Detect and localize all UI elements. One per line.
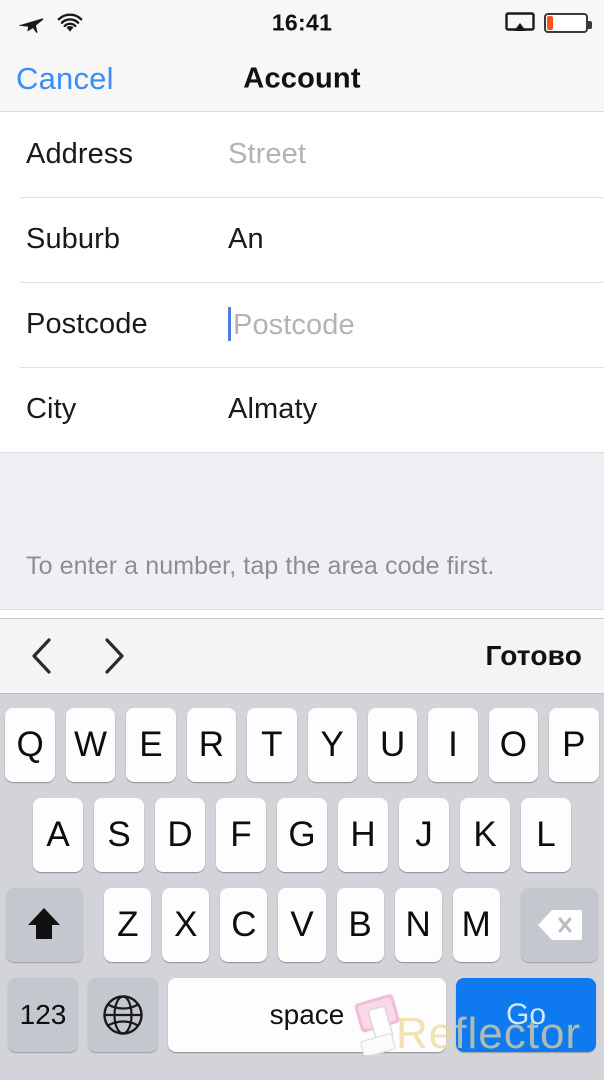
keyboard-row-1: Q W E R T Y U I O P xyxy=(0,708,604,782)
shift-icon xyxy=(25,905,63,945)
page-title: Account xyxy=(243,62,361,94)
status-bar: 16:41 xyxy=(0,0,604,46)
form-row-city[interactable]: City Almaty xyxy=(0,367,604,452)
key-m[interactable]: M xyxy=(452,888,500,962)
backspace-icon xyxy=(537,908,583,942)
numeric-key[interactable]: 123 xyxy=(8,978,78,1052)
key-q[interactable]: Q xyxy=(5,708,55,782)
airplane-mode-icon xyxy=(18,12,44,34)
key-a[interactable]: A xyxy=(33,798,83,872)
key-c[interactable]: C xyxy=(220,888,268,962)
status-bar-clock: 16:41 xyxy=(271,9,333,36)
field-label-city: City xyxy=(26,393,77,425)
section-gap xyxy=(0,452,604,552)
phone-screen: 16:41 Cancel Account Address Street Subu… xyxy=(0,0,604,1080)
keyboard-done-button[interactable]: Готово xyxy=(486,640,582,672)
key-p[interactable]: P xyxy=(549,708,599,782)
cancel-button[interactable]: Cancel xyxy=(16,61,114,97)
keyboard-accessory-toolbar: Готово xyxy=(0,618,604,694)
key-u[interactable]: U xyxy=(367,708,418,782)
key-s[interactable]: S xyxy=(94,798,144,872)
field-label-postcode: Postcode xyxy=(26,308,148,340)
key-k[interactable]: K xyxy=(460,798,510,872)
on-screen-keyboard: Готово Q W E R T Y U I O P A S D F G H J… xyxy=(0,618,604,1080)
form-row-postcode[interactable]: Postcode Postcode xyxy=(0,282,604,367)
key-g[interactable]: G xyxy=(277,798,327,872)
status-bar-left xyxy=(18,12,83,34)
key-l[interactable]: L xyxy=(521,798,571,872)
key-y[interactable]: Y xyxy=(307,708,357,782)
field-input-address[interactable]: Street xyxy=(228,138,306,171)
form-row-suburb[interactable]: Suburb An xyxy=(0,197,604,282)
key-b[interactable]: B xyxy=(336,888,384,962)
field-input-postcode[interactable]: Postcode xyxy=(228,307,355,342)
status-bar-right xyxy=(505,12,592,34)
form-hint-text: To enter a number, tap the area code fir… xyxy=(0,552,604,610)
key-e[interactable]: E xyxy=(126,708,176,782)
key-j[interactable]: J xyxy=(399,798,449,872)
field-label-suburb: Suburb xyxy=(26,223,121,255)
field-input-suburb[interactable]: An xyxy=(228,223,264,256)
globe-key[interactable] xyxy=(88,978,158,1052)
field-navigation-arrows xyxy=(30,637,126,675)
key-z[interactable]: Z xyxy=(104,888,152,962)
key-d[interactable]: D xyxy=(155,798,205,872)
backspace-key[interactable] xyxy=(521,888,599,962)
keyboard-keys: Q W E R T Y U I O P A S D F G H J K L Z … xyxy=(0,694,604,1080)
field-placeholder-postcode: Postcode xyxy=(233,309,355,341)
key-v[interactable]: V xyxy=(278,888,326,962)
shift-key[interactable] xyxy=(5,888,83,962)
chevron-left-icon[interactable] xyxy=(30,637,54,675)
keyboard-row-2: A S D F G H J K L xyxy=(0,798,604,872)
key-r[interactable]: R xyxy=(186,708,237,782)
key-n[interactable]: N xyxy=(394,888,442,962)
field-input-city[interactable]: Almaty xyxy=(228,393,317,426)
key-h[interactable]: H xyxy=(338,798,388,872)
space-key[interactable]: space xyxy=(168,978,446,1052)
account-form: Address Street Suburb An Postcode Postco… xyxy=(0,112,604,648)
key-w[interactable]: W xyxy=(65,708,116,782)
navigation-bar: Cancel Account xyxy=(0,46,604,112)
keyboard-bottom-row: 123 space Go xyxy=(0,978,604,1068)
battery-low-icon xyxy=(544,13,592,33)
keyboard-row-3: Z X C V B N M xyxy=(0,888,604,962)
airplay-icon xyxy=(505,12,535,34)
return-key[interactable]: Go xyxy=(456,978,596,1052)
globe-icon xyxy=(102,994,144,1036)
key-o[interactable]: O xyxy=(488,708,539,782)
chevron-right-icon[interactable] xyxy=(102,637,126,675)
wifi-icon xyxy=(57,13,83,33)
text-cursor xyxy=(228,307,231,341)
field-label-address: Address xyxy=(26,138,134,170)
form-row-address[interactable]: Address Street xyxy=(0,112,604,197)
key-t[interactable]: T xyxy=(247,708,297,782)
key-f[interactable]: F xyxy=(216,798,266,872)
key-i[interactable]: I xyxy=(428,708,478,782)
key-x[interactable]: X xyxy=(162,888,210,962)
